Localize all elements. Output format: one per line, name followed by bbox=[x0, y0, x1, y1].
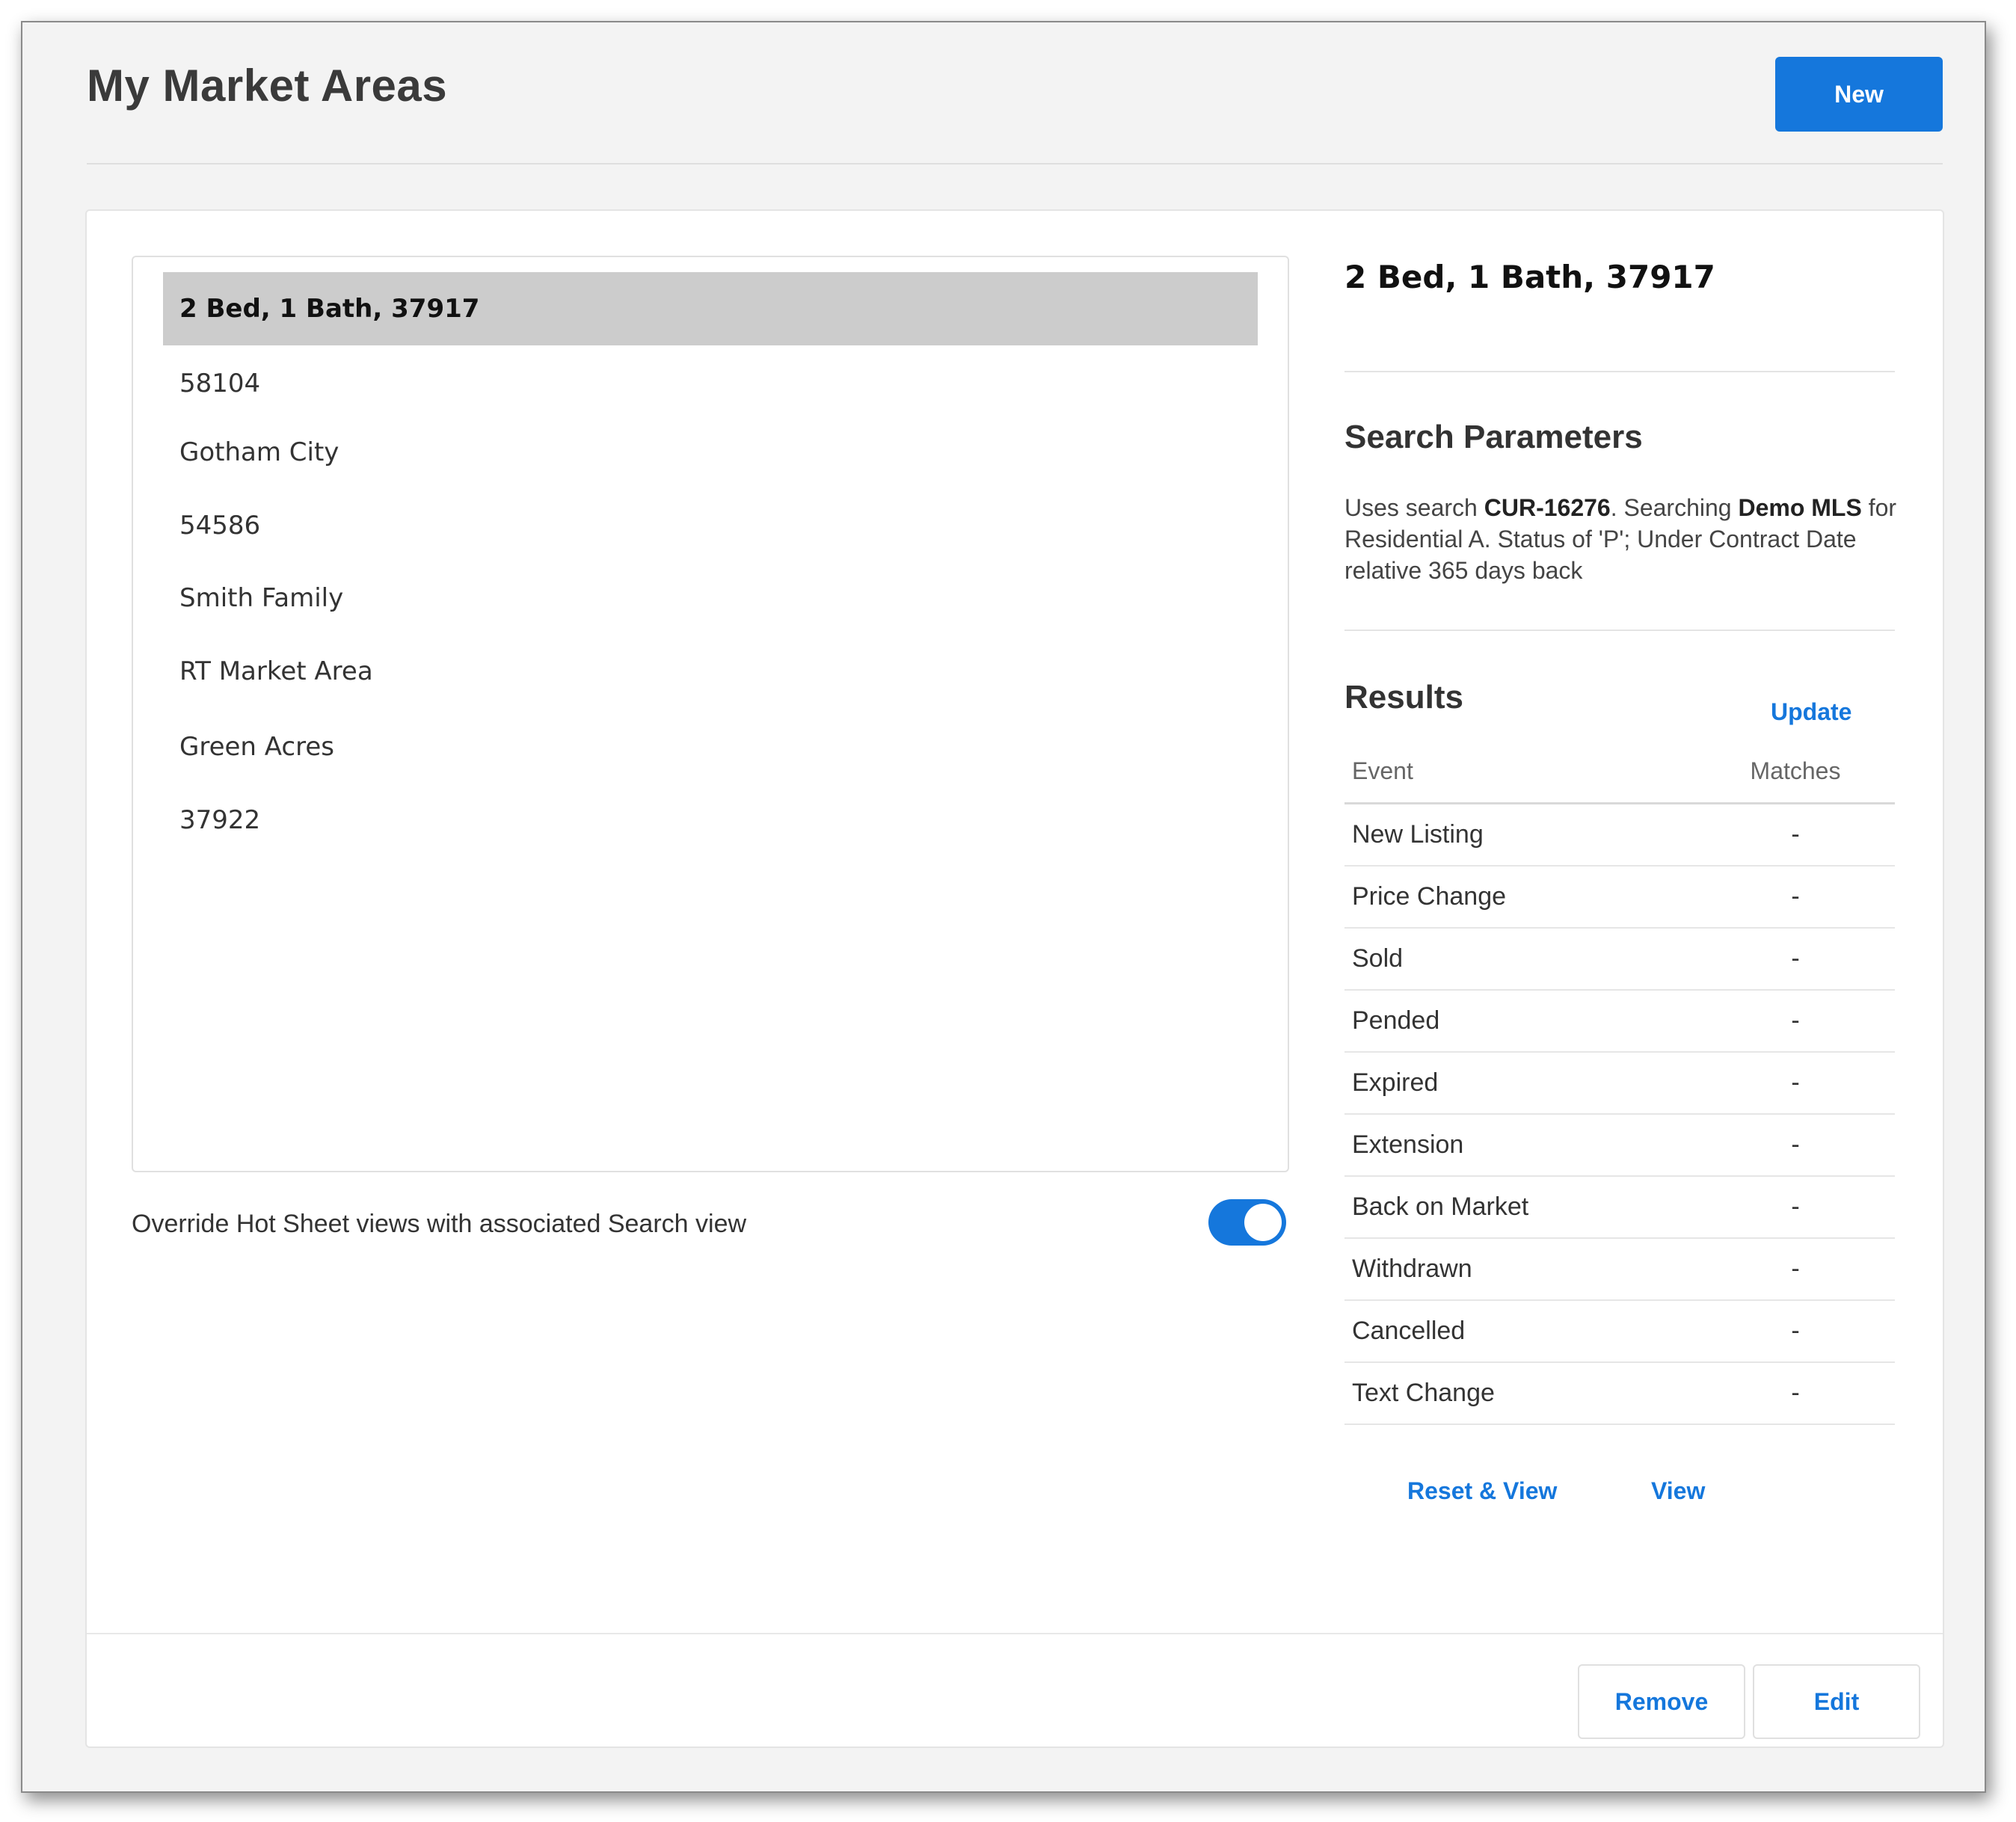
update-link[interactable]: Update bbox=[1771, 698, 1851, 726]
page-title: My Market Areas bbox=[87, 61, 448, 111]
table-row: Pended - bbox=[1344, 991, 1895, 1053]
table-row: Text Change - bbox=[1344, 1363, 1895, 1425]
event-cell: Back on Market bbox=[1352, 1192, 1529, 1221]
table-row: Price Change - bbox=[1344, 867, 1895, 929]
search-desc-middle: . Searching bbox=[1610, 494, 1739, 521]
matches-cell: - bbox=[1791, 1192, 1800, 1221]
mls-name: Demo MLS bbox=[1738, 494, 1862, 521]
event-cell: Extension bbox=[1352, 1130, 1464, 1159]
list-item-selected[interactable]: 2 Bed, 1 Bath, 37917 bbox=[163, 272, 1258, 345]
event-cell: Cancelled bbox=[1352, 1317, 1466, 1345]
new-button[interactable]: New bbox=[1775, 57, 1943, 132]
matches-cell: - bbox=[1791, 1130, 1800, 1159]
table-row: Sold - bbox=[1344, 929, 1895, 991]
list-item[interactable]: 37922 bbox=[163, 784, 1258, 857]
list-item[interactable]: 54586 bbox=[163, 489, 1258, 562]
event-cell: Withdrawn bbox=[1352, 1255, 1472, 1283]
footer-divider bbox=[87, 1633, 1943, 1634]
search-divider bbox=[1344, 630, 1895, 631]
event-cell: Sold bbox=[1352, 944, 1404, 973]
table-row: Withdrawn - bbox=[1344, 1239, 1895, 1301]
matches-cell: - bbox=[1791, 1379, 1800, 1407]
override-label: Override Hot Sheet views with associated… bbox=[132, 1210, 747, 1238]
matches-cell: - bbox=[1791, 882, 1800, 911]
list-item[interactable]: Smith Family bbox=[163, 561, 1258, 635]
view-link[interactable]: View bbox=[1651, 1477, 1705, 1505]
list-item[interactable]: Green Acres bbox=[163, 710, 1258, 784]
header-divider bbox=[87, 163, 1943, 164]
matches-cell: - bbox=[1791, 944, 1800, 973]
search-parameters-heading: Search Parameters bbox=[1344, 419, 1643, 455]
col-event-header: Event bbox=[1352, 757, 1413, 784]
detail-title: 2 Bed, 1 Bath, 37917 bbox=[1344, 259, 1715, 295]
col-matches-header: Matches bbox=[1750, 757, 1841, 784]
matches-cell: - bbox=[1791, 1006, 1800, 1035]
list-item[interactable]: RT Market Area bbox=[163, 635, 1258, 708]
matches-cell: - bbox=[1791, 1255, 1800, 1283]
app-window: My Market Areas New 2 Bed, 1 Bath, 37917… bbox=[21, 21, 1986, 1793]
event-cell: New Listing bbox=[1352, 820, 1484, 849]
matches-cell: - bbox=[1791, 820, 1800, 849]
list-item[interactable]: Gotham City bbox=[163, 416, 1258, 489]
toggle-knob bbox=[1244, 1204, 1282, 1241]
market-area-card: 2 Bed, 1 Bath, 37917 58104 Gotham City 5… bbox=[85, 209, 1944, 1748]
results-heading: Results bbox=[1344, 679, 1463, 715]
remove-button[interactable]: Remove bbox=[1578, 1664, 1745, 1739]
search-id: CUR-16276 bbox=[1484, 494, 1611, 521]
override-toggle[interactable] bbox=[1208, 1199, 1286, 1246]
reset-and-view-link[interactable]: Reset & View bbox=[1407, 1477, 1557, 1505]
matches-cell: - bbox=[1791, 1068, 1800, 1097]
search-desc-prefix: Uses search bbox=[1344, 494, 1484, 521]
detail-divider bbox=[1344, 371, 1895, 372]
table-row: Expired - bbox=[1344, 1053, 1895, 1115]
table-row: Extension - bbox=[1344, 1115, 1895, 1177]
event-cell: Expired bbox=[1352, 1068, 1439, 1097]
results-table: Event Matches New Listing - Price Change… bbox=[1344, 740, 1895, 1425]
event-cell: Price Change bbox=[1352, 882, 1507, 911]
event-cell: Text Change bbox=[1352, 1379, 1495, 1407]
table-row: New Listing - bbox=[1344, 804, 1895, 867]
search-parameters-text: Uses search CUR-16276. Searching Demo ML… bbox=[1344, 492, 1902, 586]
results-header-row: Event Matches bbox=[1344, 740, 1895, 804]
list-item[interactable]: 58104 bbox=[163, 347, 1258, 420]
table-row: Back on Market - bbox=[1344, 1177, 1895, 1239]
event-cell: Pended bbox=[1352, 1006, 1440, 1035]
table-row: Cancelled - bbox=[1344, 1301, 1895, 1363]
matches-cell: - bbox=[1791, 1317, 1800, 1345]
edit-button[interactable]: Edit bbox=[1753, 1664, 1920, 1739]
market-area-list: 2 Bed, 1 Bath, 37917 58104 Gotham City 5… bbox=[132, 256, 1289, 1172]
